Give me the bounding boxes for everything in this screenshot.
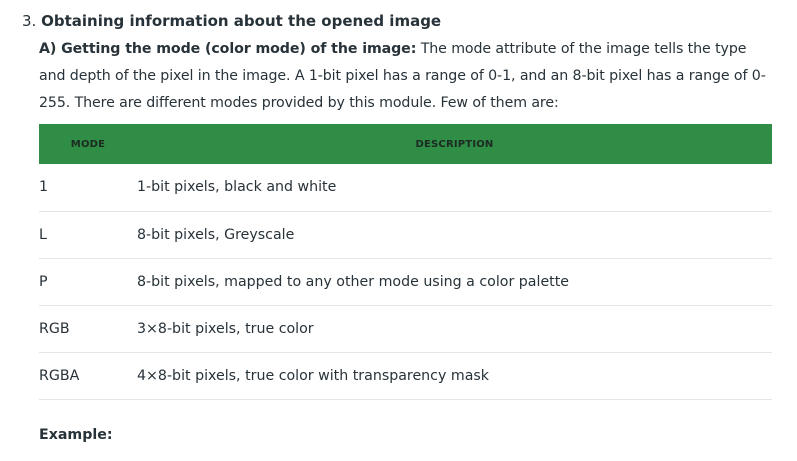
example-label: Example: xyxy=(39,427,113,443)
mode-cell: L xyxy=(39,226,47,243)
description-cell: 8-bit pixels, mapped to any other mode u… xyxy=(137,273,570,290)
table-row: P 8-bit pixels, mapped to any other mode… xyxy=(39,258,772,305)
modes-table: MODE DESCRIPTION 1 1-bit pixels, black a… xyxy=(39,124,772,400)
subsection-title: A) Getting the mode (color mode) of the … xyxy=(39,41,417,57)
mode-cell: 1 xyxy=(39,179,49,196)
table-row: 1 1-bit pixels, black and white xyxy=(39,164,772,211)
table-row: RGBA 4×8-bit pixels, true color with tra… xyxy=(39,352,772,399)
section-title: Obtaining information about the opened i… xyxy=(41,12,442,30)
description-cell: 8-bit pixels, Greyscale xyxy=(137,226,295,243)
table-row: RGB 3×8-bit pixels, true color xyxy=(39,305,772,352)
mode-cell: P xyxy=(39,273,48,290)
description-cell: 1-bit pixels, black and white xyxy=(137,179,337,196)
mode-cell: RGBA xyxy=(39,367,80,384)
mode-paragraph: A) Getting the mode (color mode) of the … xyxy=(39,36,774,117)
table-header-row: MODE DESCRIPTION xyxy=(39,124,772,164)
column-header-description: DESCRIPTION xyxy=(415,138,494,150)
column-header-mode: MODE xyxy=(70,138,106,150)
section-number: 3. xyxy=(22,12,37,30)
table-row: L 8-bit pixels, Greyscale xyxy=(39,211,772,258)
description-cell: 3×8-bit pixels, true color xyxy=(137,320,314,337)
description-cell: 4×8-bit pixels, true color with transpar… xyxy=(137,367,489,384)
section-heading: 3. Obtaining information about the opene… xyxy=(22,10,441,32)
mode-cell: RGB xyxy=(39,320,70,337)
